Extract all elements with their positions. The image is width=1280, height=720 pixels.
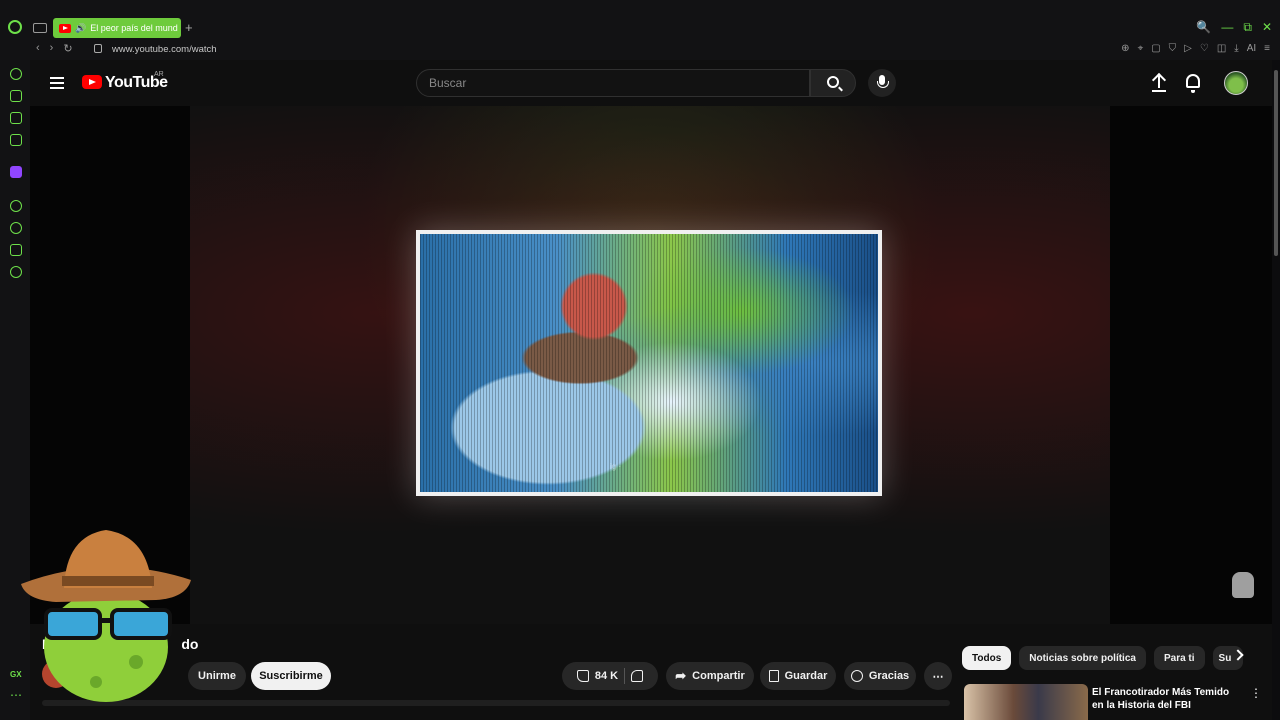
toolbar-icons: ⊕ ⌖ ▢ ⛉ ▷ ♡ ◫ ⤓ AI ≡ <box>1121 43 1270 54</box>
related-more-icon[interactable]: ⋮ <box>1250 686 1262 700</box>
heart-icon[interactable]: ♡ <box>1200 43 1209 54</box>
account-avatar[interactable] <box>1224 71 1248 95</box>
region-code: AR <box>154 71 164 78</box>
related-thumbnail[interactable] <box>964 684 1088 720</box>
save-label: Guardar <box>784 670 828 682</box>
back-icon[interactable]: ‹ <box>36 42 40 55</box>
search-input[interactable]: Buscar <box>416 69 810 97</box>
save-button[interactable]: Guardar <box>760 662 836 690</box>
wallet-icon[interactable]: ◫ <box>1217 43 1226 54</box>
share-label: Compartir <box>692 670 745 682</box>
scrollbar-thumb[interactable] <box>1274 70 1278 256</box>
settings-icon[interactable] <box>10 266 22 278</box>
page-scrollbar[interactable] <box>1272 60 1280 720</box>
new-tab-button[interactable]: + <box>185 20 193 35</box>
address-bar-row: ‹ › ↻ www.youtube.com/watch ⊕ ⌖ ▢ ⛉ ▷ ♡ … <box>0 40 1280 60</box>
search-icon <box>827 76 839 88</box>
tab-manager-icon[interactable] <box>33 23 47 33</box>
gx-control-icon[interactable] <box>10 68 22 80</box>
play-icon[interactable]: ▷ <box>1184 43 1192 54</box>
gx-corner-icon[interactable] <box>10 90 22 102</box>
notifications-bell-icon[interactable] <box>1186 74 1200 93</box>
related-filter-chips: Todos Noticias sobre política Para ti Su <box>962 646 1243 670</box>
pin-icon[interactable]: ⌖ <box>1138 43 1144 54</box>
like-icon[interactable] <box>576 670 589 682</box>
tab-title: El peor país del mundo <box>90 23 179 33</box>
more-actions-button[interactable]: ⋯ <box>924 662 952 690</box>
cowboy-mascot-overlay <box>21 530 191 702</box>
related-title[interactable]: El Francotirador Más Temido en la Histor… <box>1092 686 1242 712</box>
minimize-button[interactable]: — <box>1221 20 1233 35</box>
download-icon[interactable]: ⤓ <box>1234 43 1238 54</box>
extensions-icon[interactable] <box>10 244 22 256</box>
search-button[interactable] <box>810 69 856 97</box>
close-button[interactable]: ✕ <box>1262 20 1272 35</box>
search-tabs-icon[interactable]: 🔍 <box>1196 20 1211 35</box>
video-frame[interactable]: ig · <box>416 230 882 496</box>
zoom-icon[interactable]: ⊕ <box>1121 43 1129 54</box>
bookmark-icon <box>768 670 779 682</box>
menu-icon[interactable]: ≡ <box>1264 43 1270 54</box>
speaker-icon[interactable]: 🔊 <box>75 23 86 34</box>
thanks-label: Gracias <box>868 670 910 682</box>
upload-icon[interactable] <box>1152 74 1166 92</box>
like-dislike-group: 84 K <box>562 662 658 690</box>
browser-tab-bar: 🔊 El peor país del mundo + 🔍 — ⧉ ✕ <box>0 0 1280 40</box>
pinboard-icon[interactable] <box>10 112 22 124</box>
messenger-icon[interactable] <box>10 134 22 146</box>
maximize-button[interactable]: ⧉ <box>1243 20 1252 35</box>
like-count[interactable]: 84 K <box>595 670 618 682</box>
nav-buttons: ‹ › ↻ <box>36 42 73 55</box>
thanks-icon <box>850 670 863 682</box>
youtube-header: YouTube AR Buscar <box>30 60 1272 106</box>
subscribe-button[interactable]: Suscribirme <box>251 662 331 690</box>
snapshot-icon[interactable]: ▢ <box>1151 43 1160 54</box>
url-field[interactable]: www.youtube.com/watch <box>112 44 217 55</box>
chip-todos[interactable]: Todos <box>962 646 1012 670</box>
chip-para-ti[interactable]: Para ti <box>1153 646 1205 670</box>
voice-search-icon[interactable] <box>868 69 896 97</box>
thanks-button[interactable]: Gracias <box>844 662 916 690</box>
ai-button[interactable]: AI <box>1247 43 1256 54</box>
lock-icon[interactable] <box>94 44 102 53</box>
dislike-icon[interactable] <box>631 670 644 682</box>
history-icon[interactable] <box>10 222 22 234</box>
player-icon[interactable] <box>10 200 22 212</box>
reload-icon[interactable]: ↻ <box>63 42 72 55</box>
window-controls: 🔍 — ⧉ ✕ <box>1196 20 1272 35</box>
dog-overlay-icon <box>1232 572 1254 598</box>
youtube-favicon-icon <box>59 23 71 33</box>
shield-icon[interactable]: ⛉ <box>1169 43 1177 54</box>
forward-icon[interactable]: › <box>50 42 54 55</box>
video-player[interactable]: ig · <box>30 106 1272 624</box>
share-button[interactable]: ➦ Compartir <box>666 662 754 690</box>
related-video-item[interactable]: El Francotirador Más Temido en la Histor… <box>964 684 1264 720</box>
video-watermark: ig · <box>610 462 622 471</box>
youtube-logo-icon[interactable] <box>82 75 102 89</box>
scanline-overlay <box>420 234 878 492</box>
chip-noticias[interactable]: Noticias sobre política <box>1019 646 1146 670</box>
share-icon: ➦ <box>675 668 687 683</box>
opera-gx-logo-icon[interactable] <box>8 20 22 34</box>
hamburger-menu-icon[interactable] <box>50 77 64 89</box>
twitch-icon[interactable] <box>10 166 22 178</box>
tab-active[interactable]: 🔊 El peor país del mundo <box>53 18 181 38</box>
join-button[interactable]: Unirme <box>188 662 246 690</box>
